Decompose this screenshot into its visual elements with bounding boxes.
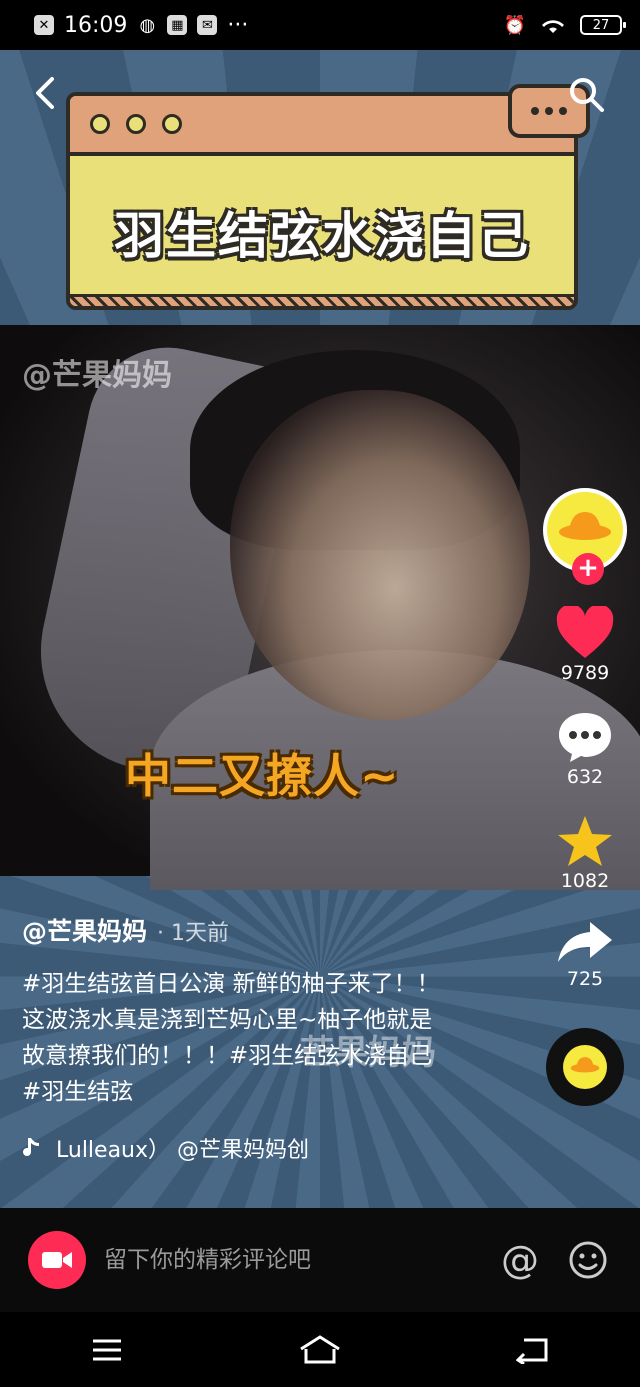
music-info[interactable]: Lulleaux） @芒果妈妈创 xyxy=(22,1132,452,1164)
status-bar: ✕ 16:09 ◍ ▦ ✉ ··· ⏰ 27 xyxy=(0,0,640,50)
music-note-icon xyxy=(23,1138,39,1156)
share-icon xyxy=(558,922,612,962)
video-watermark: @芒果妈妈 xyxy=(22,358,172,393)
system-nav-bar xyxy=(0,1312,640,1387)
more-icon: ··· xyxy=(227,12,249,38)
comment-count: 632 xyxy=(566,766,604,788)
post-time: · 1天前 xyxy=(157,921,229,946)
home-button[interactable] xyxy=(295,1330,345,1370)
share-count: 725 xyxy=(566,968,604,990)
like-button[interactable]: 9789 xyxy=(555,606,615,684)
wechat-icon: ◍ xyxy=(139,14,156,36)
sim-icon: ✕ xyxy=(34,15,54,35)
star-icon xyxy=(558,816,612,866)
comment-input[interactable] xyxy=(104,1247,474,1273)
video-camera-icon xyxy=(42,1252,72,1268)
hat-icon xyxy=(570,1057,600,1073)
at-icon: @ xyxy=(501,1238,539,1282)
card-dot xyxy=(126,114,146,134)
like-count: 9789 xyxy=(560,662,610,684)
favorite-count: 1082 xyxy=(560,870,610,892)
card-dot xyxy=(162,114,182,134)
music-title: Lulleaux） @芒果妈妈创 xyxy=(56,1138,310,1163)
share-button[interactable]: 725 xyxy=(556,918,614,990)
author-name[interactable]: @芒果妈妈 xyxy=(22,912,147,948)
app-icon: ▦ xyxy=(167,15,188,35)
video-caption: 中二又撩人~ xyxy=(125,749,400,803)
follow-button[interactable]: + xyxy=(572,553,604,585)
post-description[interactable]: #羽生结弦首日公演 新鲜的柚子来了！！ 这波浇水真是浇到芒妈心里~柚子他就是故意… xyxy=(22,966,452,1110)
card-stripe xyxy=(70,294,574,306)
menu-button[interactable] xyxy=(82,1330,132,1370)
title-card: 羽生结弦水浇自己 xyxy=(66,92,578,310)
wifi-icon xyxy=(542,20,564,33)
alarm-icon: ⏰ xyxy=(503,14,526,36)
heart-icon xyxy=(556,606,614,658)
emoji-button[interactable] xyxy=(566,1238,610,1282)
home-icon xyxy=(300,1334,340,1363)
camera-button[interactable] xyxy=(28,1231,86,1289)
music-disc[interactable] xyxy=(546,1028,624,1106)
back-arrow-icon xyxy=(516,1338,548,1364)
post-info: @芒果妈妈 · 1天前 #羽生结弦首日公演 新鲜的柚子来了！！ 这波浇水真是浇到… xyxy=(22,912,452,1164)
comment-icon xyxy=(559,713,611,762)
battery-indicator: 27 xyxy=(580,15,626,35)
back-nav-button[interactable] xyxy=(508,1330,558,1370)
mail-icon: ✉ xyxy=(197,15,218,35)
search-icon[interactable] xyxy=(566,74,606,114)
comment-button[interactable]: 632 xyxy=(556,710,614,788)
back-icon[interactable] xyxy=(28,75,64,111)
mention-button[interactable]: @ xyxy=(498,1238,542,1282)
video-title-text: 羽生结弦水浇自己 xyxy=(114,207,530,265)
author-avatar[interactable]: + xyxy=(543,488,627,585)
card-dot xyxy=(90,114,110,134)
menu-icon xyxy=(92,1339,121,1360)
hat-icon xyxy=(559,512,611,540)
comment-bar: @ xyxy=(0,1208,640,1312)
favorite-button[interactable]: 1082 xyxy=(556,814,614,892)
status-time: 16:09 xyxy=(64,12,128,38)
action-rail: + 9789 632 1082 725 xyxy=(540,488,630,1106)
emoji-icon xyxy=(569,1241,607,1279)
